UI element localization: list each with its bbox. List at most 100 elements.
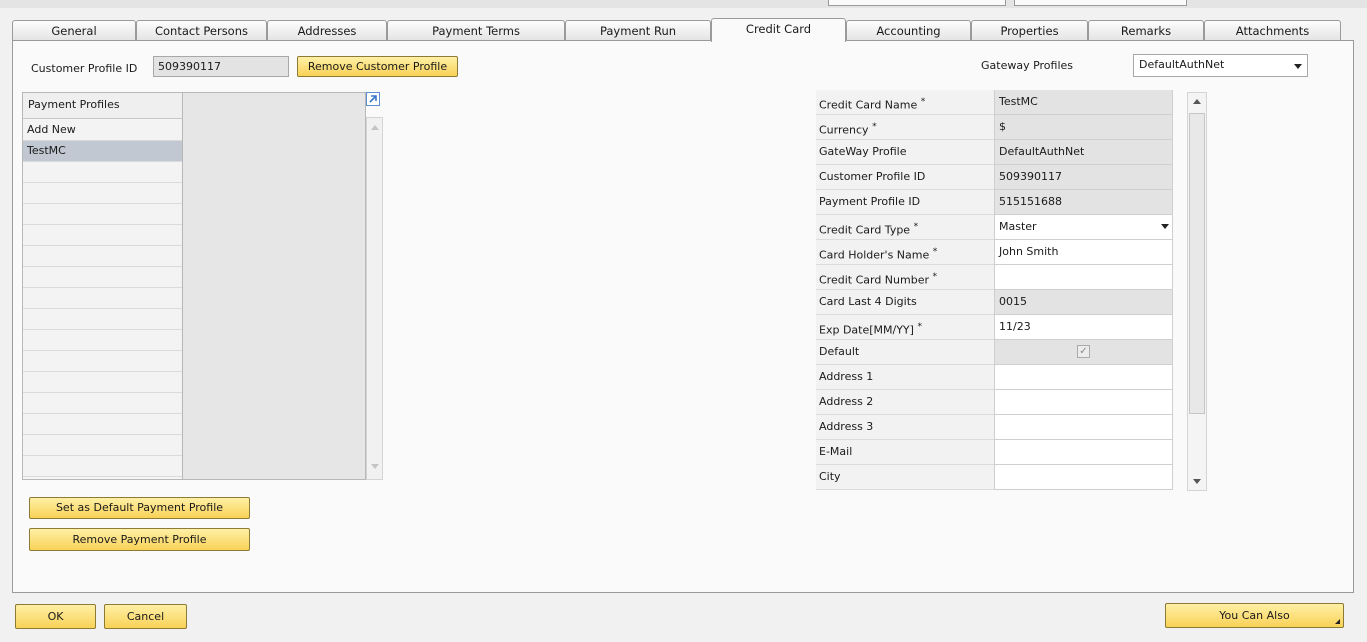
payment-profiles-grid: Payment Profiles Add New TestMC — [22, 92, 183, 480]
list-item[interactable] — [23, 456, 182, 477]
you-can-also-label: You Can Also — [1219, 609, 1290, 622]
chevron-down-icon[interactable] — [1294, 64, 1302, 69]
address-2-label: Address 2 — [816, 390, 994, 415]
list-item[interactable] — [23, 309, 182, 330]
detail-row: Credit Card Type * Master — [816, 215, 1173, 240]
address-1-field[interactable] — [994, 365, 1173, 390]
tab-attachments[interactable]: Attachments — [1204, 20, 1341, 41]
list-item[interactable] — [23, 414, 182, 435]
field-label-text: Address 2 — [819, 395, 874, 408]
remove-payment-profile-button[interactable]: Remove Payment Profile — [29, 528, 250, 551]
you-can-also-button[interactable]: You Can Also — [1165, 603, 1344, 628]
payment-profiles-scrollbar[interactable] — [366, 117, 383, 480]
top-field-fragment — [828, 0, 1006, 6]
scroll-down-icon[interactable] — [371, 464, 379, 469]
field-label-text: Exp Date[MM/YY] — [819, 323, 914, 337]
scroll-down-icon[interactable] — [1193, 479, 1201, 484]
customer-profile-id-detail-field[interactable]: 509390117 — [994, 165, 1173, 190]
field-label-text: City — [819, 470, 841, 483]
list-item[interactable] — [23, 372, 182, 393]
detail-row: Address 3 — [816, 415, 1173, 440]
currency-field[interactable]: $ — [994, 115, 1173, 140]
remove-customer-profile-button[interactable]: Remove Customer Profile — [297, 56, 458, 77]
address-3-field[interactable] — [994, 415, 1173, 440]
detail-row: Currency * $ — [816, 115, 1173, 140]
ok-button[interactable]: OK — [15, 604, 96, 629]
tab-accounting[interactable]: Accounting — [846, 20, 971, 41]
card-last-4-digits-field[interactable]: 0015 — [994, 290, 1173, 315]
cancel-button[interactable]: Cancel — [104, 604, 187, 629]
card-last-4-digits-label: Card Last 4 Digits — [816, 290, 994, 315]
payment-profile-id-field[interactable]: 515151688 — [994, 190, 1173, 215]
detail-row: Exp Date[MM/YY] * 11/23 — [816, 315, 1173, 340]
tab-addresses[interactable]: Addresses — [267, 20, 387, 41]
set-default-payment-profile-button[interactable]: Set as Default Payment Profile — [29, 497, 250, 519]
list-item[interactable] — [23, 435, 182, 456]
address-3-label: Address 3 — [816, 415, 994, 440]
detail-row: Address 2 — [816, 390, 1173, 415]
detail-row: E-Mail — [816, 440, 1173, 465]
scroll-thumb[interactable] — [1189, 113, 1205, 414]
field-label-text: Credit Card Number — [819, 273, 929, 287]
list-item[interactable] — [23, 225, 182, 246]
default-checkbox-cell: ✓ — [994, 340, 1173, 365]
currency-label: Currency * — [816, 115, 994, 140]
credit-card-type-select[interactable]: Master — [994, 215, 1173, 240]
field-label-text: Currency — [819, 123, 869, 137]
list-item[interactable] — [23, 183, 182, 204]
customer-profile-id-detail-label: Customer Profile ID — [816, 165, 994, 190]
tab-payment-terms[interactable]: Payment Terms — [387, 20, 565, 41]
field-label-text: Card Last 4 Digits — [819, 295, 917, 308]
credit-card-number-field[interactable] — [994, 265, 1173, 290]
customer-profile-id-field[interactable]: 509390117 — [153, 56, 289, 77]
detail-row: Customer Profile ID 509390117 — [816, 165, 1173, 190]
email-field[interactable] — [994, 440, 1173, 465]
list-item[interactable] — [23, 351, 182, 372]
list-item[interactable] — [23, 267, 182, 288]
tab-general[interactable]: General — [12, 20, 136, 41]
gateway-profile-field[interactable]: DefaultAuthNet — [994, 140, 1173, 165]
tab-properties[interactable]: Properties — [971, 20, 1088, 41]
details-scrollbar[interactable] — [1187, 92, 1207, 491]
scroll-up-icon[interactable] — [371, 125, 379, 130]
credit-card-name-field[interactable]: TestMC — [994, 90, 1173, 115]
card-holder-name-field[interactable]: John Smith — [994, 240, 1173, 265]
list-item[interactable]: Add New — [23, 120, 182, 141]
list-item[interactable] — [23, 288, 182, 309]
corner-arrow-icon — [1335, 619, 1340, 624]
gateway-profiles-select[interactable]: DefaultAuthNet — [1133, 54, 1308, 77]
detail-row: Card Last 4 Digits 0015 — [816, 290, 1173, 315]
city-field[interactable] — [994, 465, 1173, 490]
list-item[interactable] — [23, 246, 182, 267]
credit-card-number-label: Credit Card Number * — [816, 265, 994, 290]
list-item[interactable]: TestMC — [23, 141, 182, 162]
default-label: Default — [816, 340, 994, 365]
detail-row: Default ✓ — [816, 340, 1173, 365]
exp-date-field[interactable]: 11/23 — [994, 315, 1173, 340]
scroll-up-icon[interactable] — [1193, 99, 1201, 104]
list-item[interactable] — [23, 393, 182, 414]
chevron-down-icon[interactable] — [1161, 224, 1169, 229]
address-2-field[interactable] — [994, 390, 1173, 415]
required-marker: * — [932, 271, 938, 282]
list-item[interactable] — [23, 330, 182, 351]
payment-profiles-header: Payment Profiles — [23, 93, 182, 119]
tab-payment-run[interactable]: Payment Run — [565, 20, 711, 41]
gateway-profiles-value: DefaultAuthNet — [1139, 58, 1225, 71]
address-1-label: Address 1 — [816, 365, 994, 390]
list-item[interactable] — [23, 162, 182, 183]
field-label-text: Payment Profile ID — [819, 195, 921, 208]
checkbox-checked-icon[interactable]: ✓ — [1077, 345, 1090, 358]
tab-remarks[interactable]: Remarks — [1088, 20, 1204, 41]
tab-contact-persons[interactable]: Contact Persons — [136, 20, 267, 41]
expand-arrow-icon[interactable] — [366, 92, 380, 106]
field-label-text: GateWay Profile — [819, 145, 907, 158]
gateway-profiles-label: Gateway Profiles — [981, 59, 1074, 72]
detail-row: GateWay Profile DefaultAuthNet — [816, 140, 1173, 165]
list-item[interactable] — [23, 204, 182, 225]
field-label-text: Customer Profile ID — [819, 170, 926, 183]
required-marker: * — [872, 121, 877, 132]
tab-credit-card[interactable]: Credit Card — [711, 18, 846, 42]
payment-profile-id-label: Payment Profile ID — [816, 190, 994, 215]
detail-row: Card Holder's Name * John Smith — [816, 240, 1173, 265]
